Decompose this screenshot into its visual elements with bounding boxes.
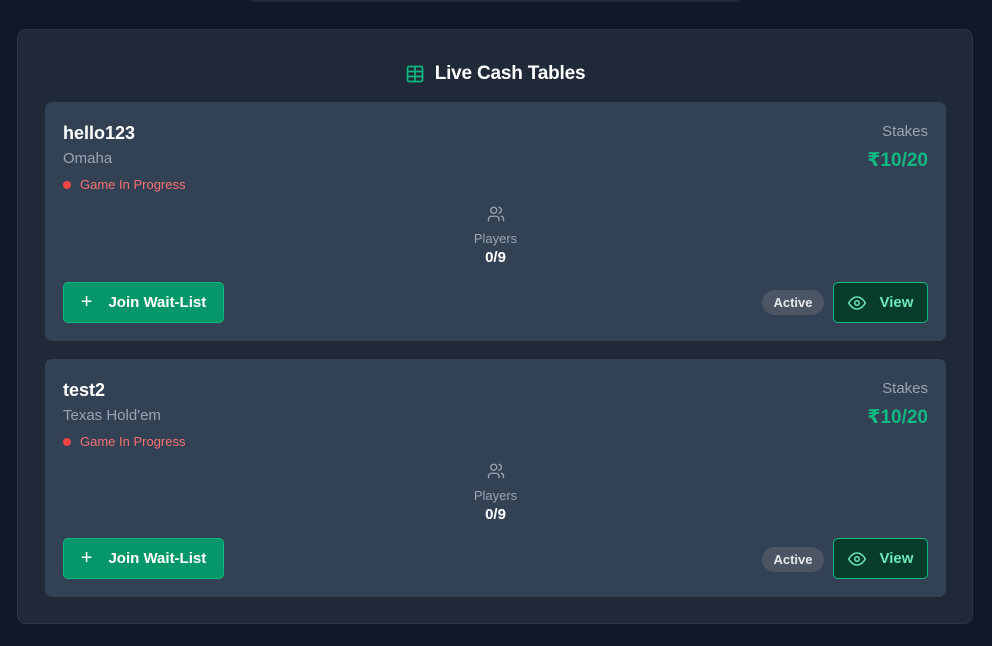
plus-icon: + [80, 290, 93, 313]
stakes-value: ₹10/20 [867, 150, 928, 171]
plus-icon: + [80, 546, 93, 569]
players-label: Players [473, 231, 518, 246]
stakes-value: ₹10/20 [867, 407, 928, 428]
players-count: 0/9 [485, 506, 506, 523]
panel-header: Live Cash Tables [18, 62, 972, 86]
stakes-label: Stakes [882, 123, 928, 140]
join-wait-list-label: Join Wait-List [108, 550, 207, 567]
table-card: test2 Texas Hold'em Game In Progress Sta… [45, 359, 946, 597]
join-wait-list-label: Join Wait-List [108, 294, 207, 311]
players-info: Players 0/9 [45, 462, 946, 523]
table-name: hello123 [63, 123, 136, 143]
table-name: test2 [63, 380, 106, 400]
game-status-label: Game In Progress [80, 177, 186, 192]
status-badge: Active [762, 290, 824, 315]
view-label: View [879, 294, 914, 311]
live-cash-tables-panel: Live Cash Tables hello123 Omaha Game In … [17, 29, 973, 624]
table-card: hello123 Omaha Game In Progress Stakes ₹… [45, 102, 946, 341]
panel-title: Live Cash Tables [434, 63, 586, 84]
status-badge: Active [762, 547, 824, 572]
game-type: Omaha [63, 150, 113, 167]
game-status-label: Game In Progress [80, 434, 186, 449]
join-wait-list-button[interactable]: + Join Wait-List [63, 538, 224, 579]
users-icon [487, 462, 505, 480]
top-bar-edge [250, 0, 740, 2]
game-type: Texas Hold'em [63, 407, 161, 424]
players-label: Players [473, 488, 518, 503]
eye-icon [847, 550, 866, 568]
status-dot-icon [63, 437, 71, 446]
game-status: Game In Progress [63, 177, 186, 192]
eye-icon [847, 294, 866, 312]
status-dot-icon [63, 180, 71, 189]
game-status: Game In Progress [63, 434, 186, 449]
users-icon [487, 205, 505, 223]
view-button[interactable]: View [833, 538, 928, 579]
players-info: Players 0/9 [45, 205, 946, 266]
join-wait-list-button[interactable]: + Join Wait-List [63, 282, 224, 323]
stakes-label: Stakes [882, 380, 928, 397]
players-count: 0/9 [485, 249, 506, 266]
table-grid-icon [405, 64, 425, 84]
view-label: View [879, 550, 914, 567]
view-button[interactable]: View [833, 282, 928, 323]
